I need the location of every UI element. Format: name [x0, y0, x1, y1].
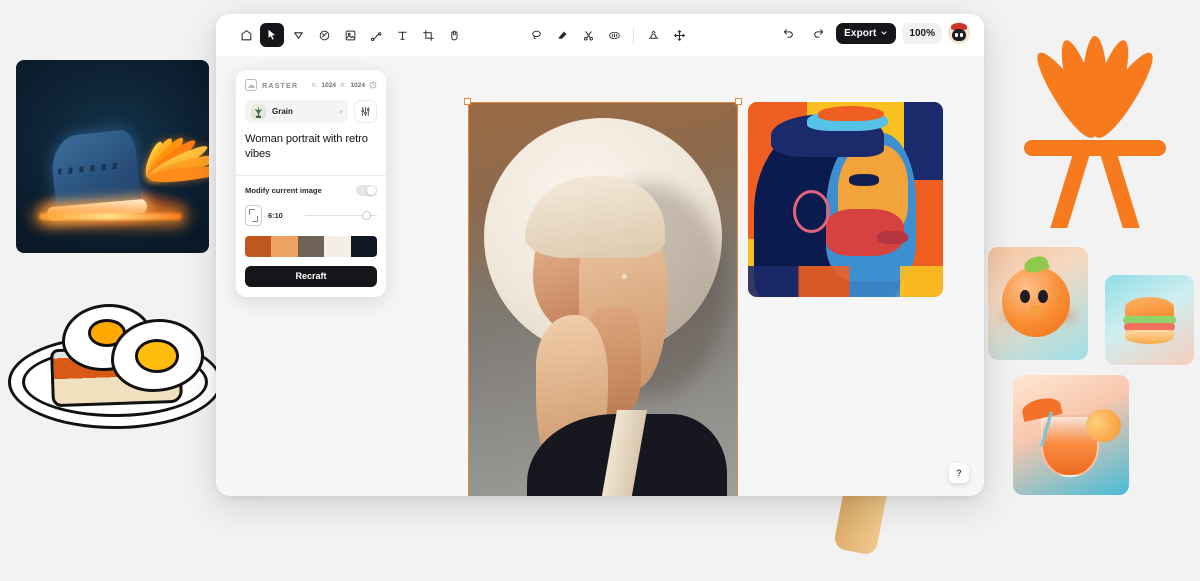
raster-type-icon — [245, 79, 257, 91]
toggle-knob — [367, 185, 376, 195]
prompt-text[interactable]: Woman portrait with retro vibes — [245, 132, 377, 162]
chevron-right-icon: › — [339, 107, 342, 116]
artwork-dimensions: X: 1024 X: 1024 — [311, 81, 377, 89]
burger-top-bun — [1124, 296, 1175, 319]
color-swatch[interactable] — [271, 235, 298, 257]
popart-hair-accent — [818, 105, 885, 122]
color-swatch[interactable] — [324, 235, 351, 257]
slider-knob[interactable] — [362, 210, 371, 220]
winged-sneaker-artwork — [16, 60, 209, 253]
properties-panel: RASTER X: 1024 X: 1024 Grain › Woman por… — [236, 70, 386, 297]
help-label: ? — [956, 468, 962, 478]
selected-artwork-frame[interactable] — [464, 98, 742, 496]
resize-handle-top-right[interactable] — [735, 98, 742, 105]
crop-tool-icon[interactable] — [416, 23, 440, 47]
recraft-label: Recraft — [295, 271, 327, 282]
woman-portrait-artwork[interactable] — [468, 102, 738, 496]
height-key: X: — [340, 81, 347, 89]
move-tool-icon[interactable] — [667, 23, 691, 47]
panel-header: RASTER X: 1024 X: 1024 — [245, 79, 377, 91]
aspect-ratio-row: 6:10 — [245, 204, 377, 226]
aspect-ratio-value: 6:10 — [268, 210, 283, 220]
aspect-ratio-slider[interactable] — [305, 210, 377, 221]
toolbar-divider — [633, 26, 634, 44]
toolbar: Export 100% — [216, 14, 984, 56]
toolbar-left-group — [234, 23, 466, 47]
image-generate-icon[interactable] — [312, 23, 336, 47]
recraft-button[interactable]: Recraft — [245, 265, 377, 287]
zoom-level-label: 100% — [909, 27, 935, 39]
redo-icon[interactable] — [806, 21, 830, 45]
popart-bottom-band — [748, 265, 943, 297]
bird-beak — [1030, 304, 1041, 314]
popart-eye — [849, 174, 879, 186]
color-swatch[interactable] — [245, 235, 272, 257]
yolk-shape — [134, 339, 180, 373]
app-window: Export 100% RASTER X: 1024 X: 1024 Grain… — [216, 14, 984, 496]
cocktail-thumbnail — [1013, 375, 1129, 495]
vector-pen-icon[interactable] — [364, 23, 388, 47]
neon-light-bar — [39, 213, 182, 221]
hand-tool-icon[interactable] — [442, 23, 466, 47]
inpaint-tool-icon[interactable] — [602, 23, 626, 47]
expand-tool-icon[interactable] — [641, 23, 665, 47]
width-value: 1024 — [321, 81, 337, 89]
panel-divider — [236, 174, 386, 176]
color-swatch[interactable] — [297, 235, 325, 257]
lasso-tool-icon[interactable] — [524, 23, 548, 47]
eggs-on-toast-artwork — [4, 292, 226, 444]
style-selector[interactable]: Grain › — [245, 100, 348, 123]
chevron-down-icon — [881, 31, 887, 35]
modify-current-image-row: Modify current image — [245, 184, 377, 196]
height-value: 1024 — [350, 81, 365, 89]
aspect-ratio-icon[interactable] — [245, 204, 262, 226]
brand-logo-artwork — [1010, 36, 1180, 230]
style-name-label: Grain — [272, 107, 293, 116]
frame-image-icon[interactable] — [338, 23, 362, 47]
avatar[interactable] — [948, 22, 970, 44]
resize-handle-top-left[interactable] — [464, 98, 471, 105]
color-swatch[interactable] — [350, 235, 377, 257]
style-row: Grain › — [245, 100, 377, 123]
cursor-tool-icon[interactable] — [286, 23, 310, 47]
popart-ear — [792, 189, 830, 233]
toolbar-center-group — [524, 23, 691, 47]
burger-thumbnail — [1105, 275, 1194, 365]
bird-body — [1002, 267, 1070, 338]
color-palette[interactable] — [245, 235, 377, 257]
popart-lips — [876, 230, 908, 245]
pop-art-portrait-artwork[interactable] — [748, 102, 943, 297]
export-label: Export — [844, 27, 877, 39]
export-button[interactable]: Export — [836, 22, 897, 44]
logo-bar — [1023, 140, 1167, 156]
toolbar-right-group: Export 100% — [776, 21, 970, 45]
logo-leg — [1097, 145, 1140, 229]
modify-current-image-label: Modify current image — [245, 185, 322, 195]
eraser-tool-icon[interactable] — [550, 23, 574, 47]
scissors-tool-icon[interactable] — [576, 23, 600, 47]
panel-type-label: RASTER — [262, 80, 299, 90]
clock-icon — [369, 81, 377, 89]
burger-bottom-bun — [1124, 329, 1175, 345]
zoom-level-button[interactable]: 100% — [902, 22, 942, 44]
home-icon[interactable] — [234, 23, 258, 47]
grain-texture-overlay — [468, 102, 738, 496]
help-button[interactable]: ? — [949, 463, 969, 483]
text-tool-icon[interactable] — [390, 23, 414, 47]
width-key: X: — [311, 81, 318, 89]
undo-icon[interactable] — [776, 21, 800, 45]
style-thumbnail — [251, 104, 266, 119]
orange-bird-thumbnail — [988, 247, 1088, 360]
orange-slice — [1086, 408, 1121, 443]
sliders-icon[interactable] — [354, 100, 377, 123]
logo-leg — [1050, 145, 1093, 229]
select-tool-icon[interactable] — [260, 23, 284, 47]
canvas-area[interactable]: RASTER X: 1024 X: 1024 Grain › Woman por… — [216, 56, 984, 496]
modify-current-image-toggle[interactable] — [356, 184, 377, 196]
